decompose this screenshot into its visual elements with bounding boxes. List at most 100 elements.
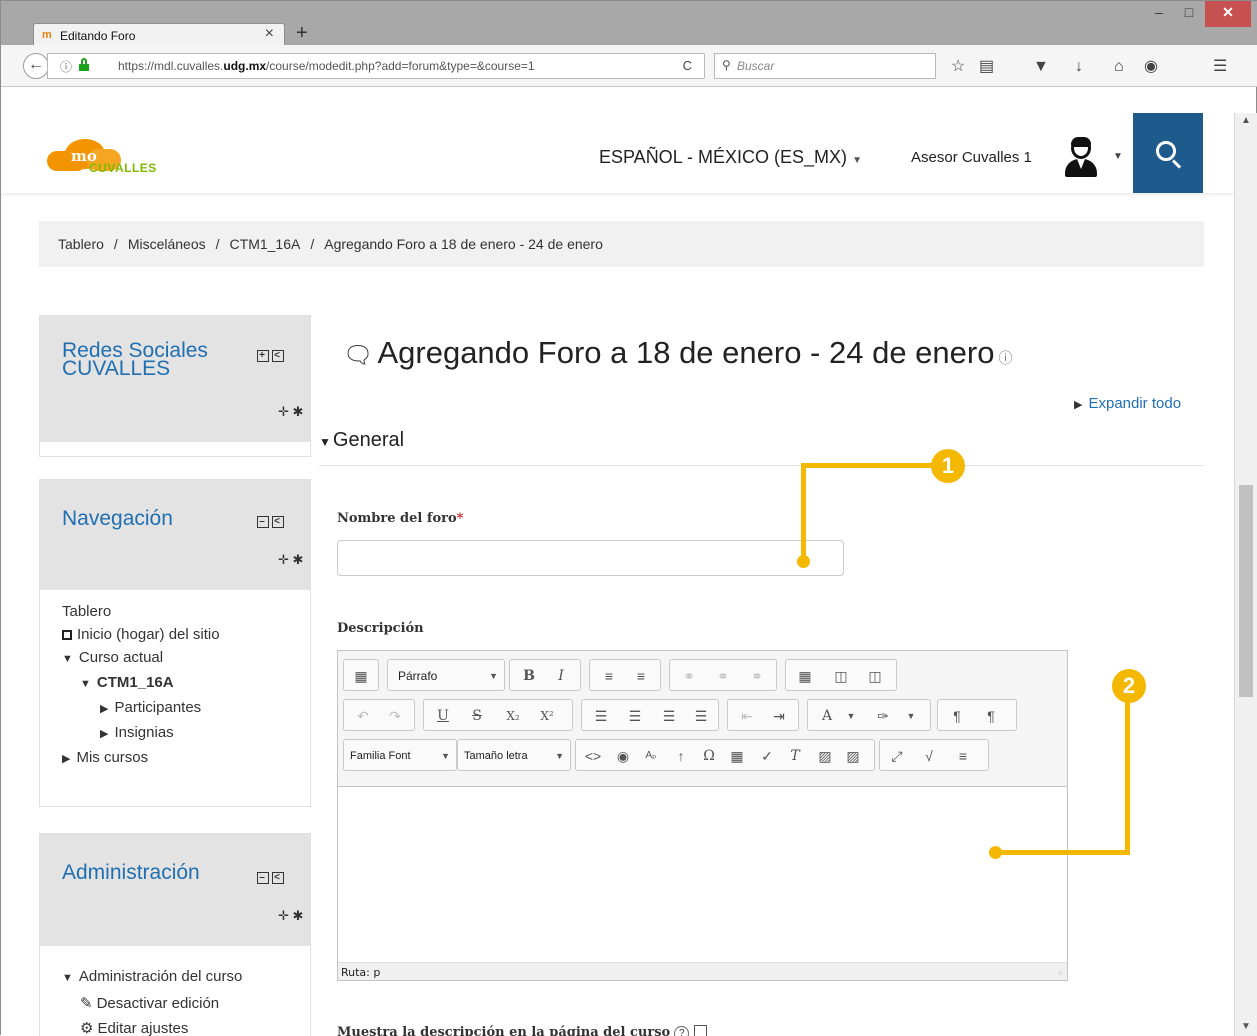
block-controls[interactable]: – < — [257, 868, 287, 884]
url-text[interactable]: https://mdl.cuvalles.udg.mx/course/moded… — [118, 59, 535, 73]
subscript-icon[interactable]: X₂ — [502, 706, 524, 726]
admin-item[interactable]: ▼ Administración del curso — [62, 964, 242, 991]
fullscreen-icon[interactable]: ⤢ — [886, 746, 908, 766]
admin-item[interactable]: ⚙ Editar ajustes — [62, 1016, 242, 1036]
user-menu-caret-icon[interactable]: ▼ — [1113, 151, 1123, 162]
minimize-button[interactable]: – — [1145, 1, 1173, 27]
manage-files-icon[interactable]: ◫ — [864, 666, 886, 686]
resize-grip-icon[interactable]: ⁘ — [1057, 969, 1064, 978]
background-color-icon[interactable]: ✑ — [872, 706, 894, 726]
unlink-icon[interactable]: ⚭ — [712, 666, 734, 686]
block-controls[interactable]: + < — [257, 346, 287, 362]
scroll-thumb[interactable] — [1239, 485, 1253, 697]
pocket-icon[interactable]: ▼ — [1033, 59, 1049, 75]
back-arrow-icon[interactable]: ← — [23, 53, 49, 79]
reading-list-icon[interactable]: ▤ — [979, 59, 994, 75]
show-description-checkbox[interactable] — [694, 1025, 708, 1036]
user-avatar-icon[interactable] — [1063, 135, 1099, 179]
block-title[interactable]: Administración — [62, 862, 200, 883]
rtl-icon[interactable]: ¶ — [980, 706, 1002, 726]
url-bar[interactable]: ⓘ https://mdl.cuvalles.udg.mx/course/mod… — [47, 53, 705, 79]
underline-icon[interactable]: U — [432, 706, 454, 726]
html-code-icon[interactable]: <> — [582, 746, 604, 766]
window-close-button[interactable]: ✕ — [1205, 1, 1251, 27]
nav-item[interactable]: Inicio (hogar) del sitio — [62, 623, 220, 646]
justify-icon[interactable]: ☰ — [690, 706, 712, 726]
forum-name-input[interactable] — [337, 540, 844, 576]
header-search-button[interactable] — [1133, 113, 1203, 193]
numbered-list-icon[interactable]: ≡ — [630, 666, 652, 686]
media-icon[interactable]: ◫ — [830, 666, 852, 686]
help-icon[interactable]: ⓘ — [998, 350, 1012, 366]
image-icon[interactable]: ▦ — [794, 666, 816, 686]
find-replace-icon[interactable]: ◉ — [612, 746, 634, 766]
block-title[interactable]: Redes Sociales CUVALLES — [62, 340, 208, 379]
superscript-icon[interactable]: X² — [536, 706, 558, 726]
page-scrollbar[interactable]: ▲ ▼ — [1234, 113, 1257, 1036]
align-left-icon[interactable]: ☰ — [590, 706, 612, 726]
insert-icon[interactable]: ↑ — [670, 746, 692, 766]
paste-word-icon[interactable]: ▨ — [842, 746, 864, 766]
breadcrumb-item[interactable]: Tablero — [58, 236, 104, 252]
breadcrumb-item[interactable]: Misceláneos — [128, 236, 206, 252]
equation-icon[interactable]: √ — [918, 746, 940, 766]
move-gear-icon[interactable]: ✛ ✱ — [278, 404, 303, 420]
breadcrumb-item[interactable]: CTM1_16A — [230, 236, 301, 252]
logo-text[interactable]: CUVALLES — [89, 161, 157, 175]
italic-icon[interactable]: I — [550, 666, 572, 686]
outdent-icon[interactable]: ⇤ — [736, 706, 758, 726]
clear-formatting-icon[interactable]: T — [784, 746, 806, 766]
indent-icon[interactable]: ⇥ — [768, 706, 790, 726]
bulleted-list-icon[interactable]: ≡ — [598, 666, 620, 686]
nav-item[interactable]: Tablero — [62, 600, 220, 623]
chevron-down-icon[interactable]: ▼ — [900, 706, 922, 726]
nav-item[interactable]: ▼ Curso actual — [62, 646, 220, 671]
bookmark-star-icon[interactable]: ☆ — [951, 59, 965, 75]
info-icon[interactable]: ⓘ — [60, 58, 72, 75]
link-icon[interactable]: ⚭ — [678, 666, 700, 686]
nav-item[interactable]: ▼ CTM1_16A — [62, 671, 220, 696]
move-gear-icon[interactable]: ✛ ✱ — [278, 552, 303, 568]
text-color-icon[interactable]: A — [816, 706, 838, 726]
admin-item[interactable]: ✎ Desactivar edición — [62, 991, 242, 1016]
case-change-icon[interactable]: Aₚ — [640, 746, 662, 766]
undo-icon[interactable]: ↶ — [352, 706, 374, 726]
scroll-down-icon[interactable]: ▼ — [1241, 1021, 1251, 1032]
download-arrow-icon[interactable]: ↓ — [1075, 59, 1083, 75]
nav-item[interactable]: ▶ Participantes — [62, 696, 220, 721]
align-center-icon[interactable]: ☰ — [624, 706, 646, 726]
browser-tab[interactable]: m Editando Foro × — [33, 23, 285, 45]
format-select[interactable]: Párrafo ▼ — [398, 665, 502, 687]
maximize-button[interactable]: □ — [1175, 1, 1203, 27]
anchor-icon[interactable]: ⚭ — [746, 666, 768, 686]
block-title[interactable]: Navegación — [62, 508, 173, 529]
description-text-area[interactable] — [338, 786, 1067, 962]
user-name[interactable]: Asesor Cuvalles 1 — [911, 149, 1032, 166]
align-right-icon[interactable]: ☰ — [658, 706, 680, 726]
home-icon[interactable]: ⌂ — [1114, 59, 1124, 75]
reload-icon[interactable]: C — [683, 58, 692, 73]
nav-item[interactable]: ▶ Mis cursos — [62, 746, 220, 771]
chevron-down-icon[interactable]: ▼ — [840, 706, 862, 726]
nav-item[interactable]: ▶ Insignias — [62, 721, 220, 746]
scroll-up-icon[interactable]: ▲ — [1241, 115, 1251, 126]
strikethrough-icon[interactable]: S — [466, 706, 488, 726]
move-gear-icon[interactable]: ✛ ✱ — [278, 908, 303, 924]
font-size-select[interactable]: Tamaño letra ▼ — [464, 745, 568, 767]
close-tab-icon[interactable]: × — [265, 25, 274, 43]
clean-format-icon[interactable]: ✓ — [756, 746, 778, 766]
font-family-select[interactable]: Familia Font ▼ — [350, 745, 454, 767]
new-tab-button[interactable]: + — [296, 23, 308, 43]
language-menu[interactable]: ESPAÑOL - MÉXICO (ES_MX) ▼ — [599, 147, 862, 168]
search-bar[interactable]: ⚲ Buscar — [714, 53, 936, 79]
ltr-icon[interactable]: ¶ — [946, 706, 968, 726]
bold-icon[interactable]: B — [518, 666, 540, 686]
table-icon[interactable]: ▦ — [726, 746, 748, 766]
more-icon[interactable]: ≡ — [952, 746, 974, 766]
toolbar-toggle-icon[interactable]: ▦ — [350, 666, 372, 686]
chat-icon[interactable]: ◉ — [1144, 59, 1158, 75]
redo-icon[interactable]: ↷ — [384, 706, 406, 726]
menu-hamburger-icon[interactable]: ☰ — [1213, 59, 1227, 75]
expand-all-link[interactable]: ▶ Expandir todo — [1074, 395, 1181, 412]
section-general[interactable]: ▼ General — [319, 429, 404, 452]
